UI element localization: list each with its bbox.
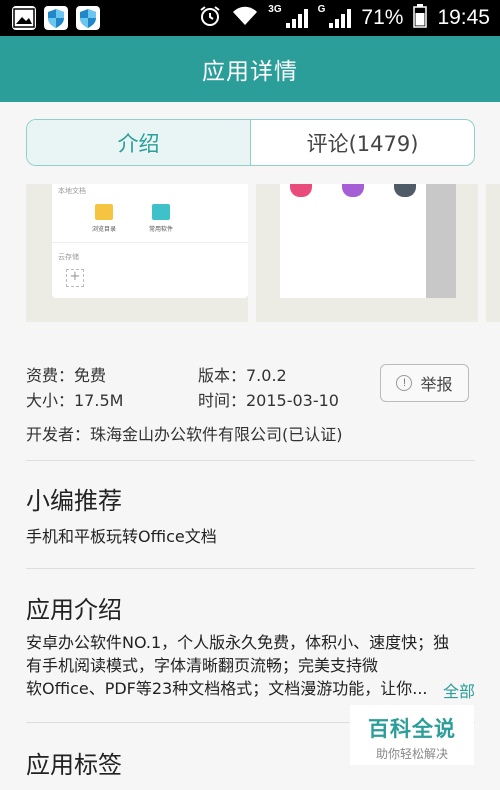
gallery-icon: [12, 6, 36, 30]
divider: [52, 242, 248, 243]
screenshot-gallery[interactable]: 本地文档 浏览目录 常用软件 云存储 +: [0, 184, 500, 322]
purple-dot: [342, 184, 364, 197]
app-intro-title: 应用介绍: [26, 596, 122, 624]
network-type-label: G: [317, 3, 326, 15]
app-intro-text: 安卓办公软件NO.1，个人版永久免费，体积小、速度快；独 有手机阅读模式，字体清…: [26, 631, 476, 700]
shield-icon: [44, 6, 68, 30]
section-divider: [26, 568, 475, 569]
screenshot-app-item: 常用软件: [148, 204, 174, 233]
signal-icon: [285, 8, 308, 28]
tab-bar: 介绍 评论(1479): [26, 119, 475, 166]
pink-dot: [290, 184, 312, 197]
slate-dot: [394, 184, 416, 197]
version-info: 版本：7.0.2: [198, 366, 287, 385]
screenshot-section-label: 云存储: [58, 253, 79, 261]
folder-icon: [95, 204, 113, 220]
watermark: 百科全说 助你轻松解决: [350, 705, 474, 765]
app-tags-title: 应用标签: [26, 751, 122, 779]
watermark-title: 百科全说: [368, 717, 456, 741]
section-divider: [26, 460, 475, 461]
battery-percent: 71%: [361, 6, 404, 29]
screenshot-2-content: [280, 184, 426, 298]
network-type-label: 3G: [268, 3, 282, 15]
watermark-subtitle: 助你轻松解决: [375, 747, 448, 761]
clock: 19:45: [437, 6, 490, 29]
signal-icon: [329, 8, 352, 28]
screenshot-1-content: 本地文档 浏览目录 常用软件 云存储 +: [52, 184, 248, 298]
add-icon: +: [66, 269, 84, 287]
wifi-icon: [232, 5, 258, 32]
editor-pick-title: 小编推荐: [26, 487, 122, 515]
exclamation-icon: !: [396, 375, 413, 391]
developer-info: 开发者：珠海金山办公软件有限公司(已认证): [26, 425, 343, 444]
page-title: 应用详情: [202, 59, 298, 85]
screenshot-section-label: 本地文档: [58, 187, 86, 195]
status-bar: 3G G 71% 19:45: [0, 0, 500, 36]
screenshot-2-side: [426, 184, 456, 298]
fee-info: 资费：免费: [26, 366, 107, 385]
shield-icon: [76, 6, 100, 30]
intro-line: 软Office、PDF等23种文档格式；文档漫游功能，让你...: [26, 679, 428, 698]
report-label: 举报: [420, 375, 453, 394]
screenshot-folder-item: 浏览目录: [91, 204, 117, 233]
intro-line: 有手机阅读模式，字体清晰翻页流畅；完美支持微: [26, 656, 379, 675]
battery-icon: [413, 3, 428, 33]
editor-pick-text: 手机和平板玩转Office文档: [26, 527, 217, 546]
size-info: 大小：17.5M: [26, 391, 124, 410]
screenshot-1[interactable]: 本地文档 浏览目录 常用软件 云存储 +: [26, 184, 248, 322]
tab-intro[interactable]: 介绍: [27, 120, 251, 165]
alarm-icon: [198, 4, 222, 33]
show-all-link[interactable]: 全部: [443, 678, 475, 702]
date-info: 时间：2015-03-10: [198, 391, 339, 410]
screenshot-item-label: 常用软件: [148, 226, 173, 233]
report-button[interactable]: ! 举报: [380, 364, 469, 402]
app-header: 应用详情: [0, 36, 500, 102]
tab-reviews[interactable]: 评论(1479): [251, 120, 474, 165]
screenshot-item-label: 浏览目录: [91, 226, 116, 233]
app-folder-icon: [152, 204, 170, 220]
screenshot-2[interactable]: [256, 184, 478, 322]
screenshot-3[interactable]: [486, 184, 500, 322]
intro-line: 安卓办公软件NO.1，个人版永久免费，体积小、速度快；独: [26, 633, 450, 652]
